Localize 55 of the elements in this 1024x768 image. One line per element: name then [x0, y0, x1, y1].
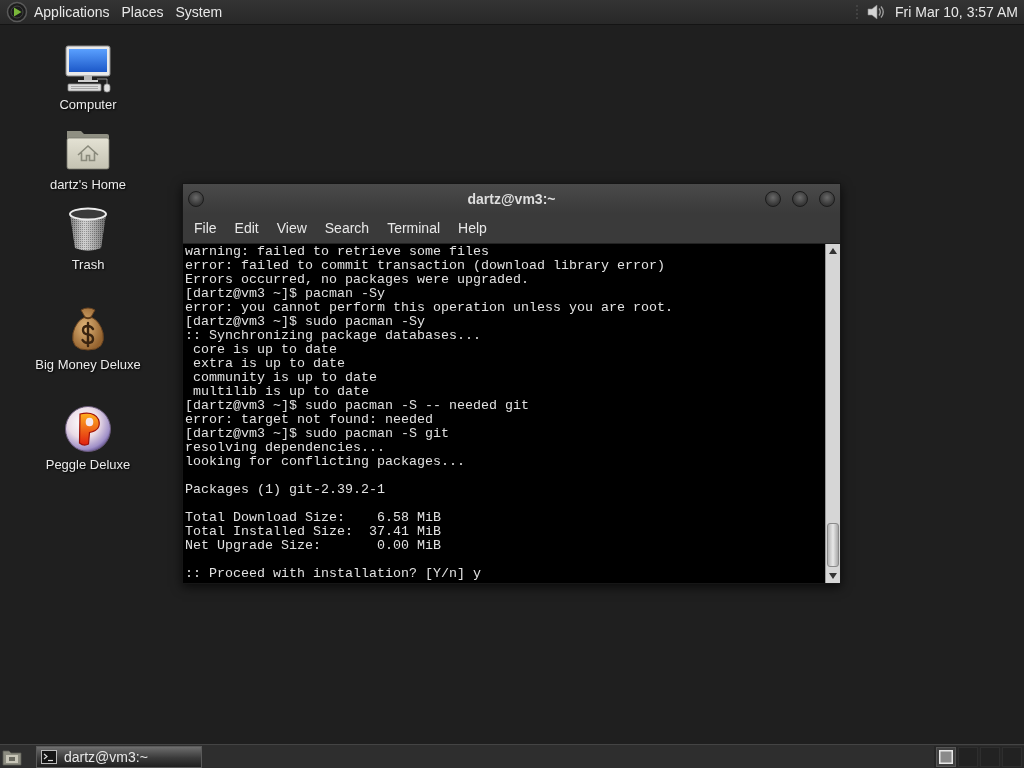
- volume-icon[interactable]: [865, 2, 886, 22]
- terminal-line: Net Upgrade Size: 0.00 MiB: [185, 539, 441, 553]
- terminal-line: error: target not found: needed: [185, 413, 433, 427]
- terminal-line: looking for conflicting packages...: [185, 455, 465, 469]
- scrollbar[interactable]: [825, 244, 840, 583]
- maximize-button[interactable]: [792, 190, 808, 207]
- scroll-down-arrow-icon[interactable]: [829, 573, 837, 579]
- desktop-icon-label[interactable]: Peggle Deluxe: [45, 457, 131, 473]
- terminal-line: :: Proceed with installation? [Y/n] y: [185, 567, 481, 581]
- terminal-line: [dartz@vm3 ~]$ sudo pacman -Sy: [185, 315, 425, 329]
- window-title: dartz@vm3:~: [467, 190, 556, 207]
- menu-item[interactable]: Edit: [225, 215, 268, 241]
- terminal-line: Total Installed Size: 37.41 MiB: [185, 525, 441, 539]
- terminal-line: Packages (1) git-2.39.2-1: [185, 483, 385, 497]
- game-ball-icon[interactable]: [64, 405, 112, 453]
- computer-icon[interactable]: [64, 45, 112, 93]
- terminal-line: [dartz@vm3 ~]$ sudo pacman -S -- needed git: [185, 399, 529, 413]
- menu-item[interactable]: View: [267, 215, 316, 241]
- terminal-line: [dartz@vm3 ~]$ sudo pacman -S git: [185, 427, 449, 441]
- terminal-icon: [41, 749, 57, 764]
- menu-logo-icon[interactable]: [6, 1, 28, 23]
- close-button[interactable]: [819, 190, 835, 207]
- scrollbar-thumb[interactable]: [827, 523, 839, 567]
- terminal-line: core is up to date: [192, 343, 337, 357]
- window-menu-button[interactable]: [188, 190, 204, 207]
- terminal-line: Total Download Size: 6.58 MiB: [185, 511, 441, 525]
- workspace-button[interactable]: [936, 746, 956, 767]
- terminal-line: error: you cannot perform this operation unless you are root.: [185, 301, 673, 315]
- terminal-line: error: failed to commit transaction (download library error): [185, 259, 665, 273]
- desktop-icon-label[interactable]: dartz's Home: [49, 177, 127, 193]
- panel-menu[interactable]: Places: [115, 0, 170, 24]
- menu-item[interactable]: File: [185, 215, 226, 241]
- desktop-icon-label[interactable]: Computer: [59, 97, 117, 113]
- terminal-line: Errors occurred, no packages were upgraded.: [185, 273, 529, 287]
- taskbar-button[interactable]: dartz@vm3:~: [36, 745, 202, 768]
- terminal-line: :: Synchronizing package databases...: [185, 329, 481, 343]
- menu-item[interactable]: Help: [449, 215, 496, 241]
- minimize-button[interactable]: [765, 190, 781, 207]
- panel-menu[interactable]: System: [169, 0, 229, 24]
- show-desktop-icon[interactable]: [2, 747, 22, 766]
- terminal-line: warning: failed to retrieve some files: [185, 245, 489, 259]
- terminal-line: resolving dependencies...: [185, 441, 385, 455]
- desktop-icon-label[interactable]: Big Money Deluxe: [35, 357, 141, 373]
- scroll-up-arrow-icon[interactable]: [829, 248, 837, 254]
- panel-menu[interactable]: Applications: [28, 0, 116, 24]
- window-thumbnail-icon: [939, 749, 953, 764]
- clock[interactable]: Fri Mar 10, 3:57 AM: [895, 4, 1020, 20]
- terminal-line: multilib is up to date: [192, 385, 369, 399]
- terminal-line: community is up to date: [192, 371, 377, 385]
- menu-item[interactable]: Search: [315, 215, 379, 241]
- terminal-line: extra is up to date: [192, 357, 345, 371]
- terminal-line: [dartz@vm3 ~]$ pacman -Sy: [185, 287, 385, 301]
- desktop-icon-label[interactable]: Trash: [71, 257, 105, 273]
- drag-handle-icon[interactable]: [855, 3, 860, 21]
- menu-item[interactable]: Terminal: [378, 215, 450, 241]
